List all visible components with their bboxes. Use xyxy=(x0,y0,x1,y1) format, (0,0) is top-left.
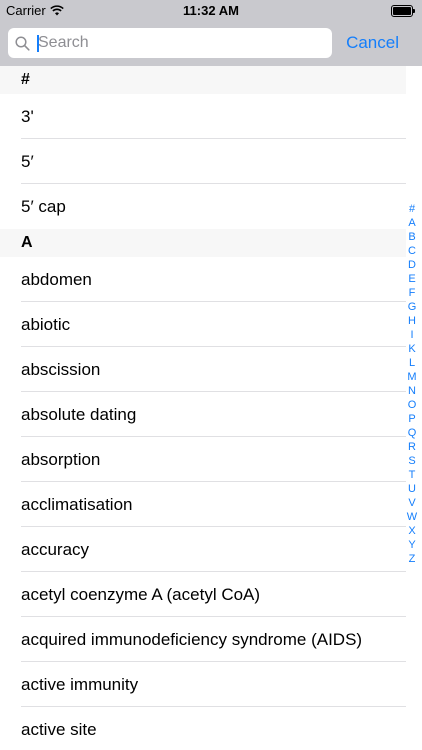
index-letter[interactable]: S xyxy=(406,454,418,468)
index-letter[interactable]: E xyxy=(406,272,418,286)
index-letter[interactable]: I xyxy=(406,328,418,342)
list-item[interactable]: acetyl coenzyme A (acetyl CoA) xyxy=(0,572,406,617)
section-header-hash: # xyxy=(0,66,406,94)
list-item[interactable]: 5′ cap xyxy=(0,184,406,229)
status-bar: Carrier 11:32 AM xyxy=(0,0,422,22)
list-item[interactable]: accuracy xyxy=(0,527,406,572)
index-letter[interactable]: B xyxy=(406,230,418,244)
index-letter[interactable]: W xyxy=(406,510,418,524)
section-index: # A B C D E F G H I K L M N O P Q R S T … xyxy=(406,202,418,566)
index-letter[interactable]: P xyxy=(406,412,418,426)
index-letter[interactable]: T xyxy=(406,468,418,482)
status-time: 11:32 AM xyxy=(183,3,239,18)
list-item[interactable]: abdomen xyxy=(0,257,406,302)
index-letter[interactable]: N xyxy=(406,384,418,398)
list-item[interactable]: acquired immunodeficiency syndrome (AIDS… xyxy=(0,617,406,662)
index-letter[interactable]: D xyxy=(406,258,418,272)
list-item[interactable]: abscission xyxy=(0,347,406,392)
battery-icon xyxy=(391,5,415,17)
list-item[interactable]: 3' xyxy=(0,94,406,139)
index-letter[interactable]: C xyxy=(406,244,418,258)
index-letter[interactable]: F xyxy=(406,286,418,300)
index-letter[interactable]: L xyxy=(406,356,418,370)
index-letter[interactable]: Y xyxy=(406,538,418,552)
index-letter[interactable]: # xyxy=(406,202,418,216)
text-caret xyxy=(37,35,39,52)
search-input[interactable] xyxy=(36,28,326,58)
index-letter[interactable]: R xyxy=(406,440,418,454)
index-letter[interactable]: G xyxy=(406,300,418,314)
index-letter[interactable]: X xyxy=(406,524,418,538)
index-letter[interactable]: V xyxy=(406,496,418,510)
index-letter[interactable]: O xyxy=(406,398,418,412)
list-item[interactable]: absorption xyxy=(0,437,406,482)
index-letter[interactable]: A xyxy=(406,216,418,230)
search-icon xyxy=(15,36,30,51)
index-letter[interactable]: M xyxy=(406,370,418,384)
index-letter[interactable]: Z xyxy=(406,552,418,566)
section-header-a: A xyxy=(0,229,406,257)
search-bar: Cancel xyxy=(0,22,422,66)
index-letter[interactable]: Q xyxy=(406,426,418,440)
index-letter[interactable]: K xyxy=(406,342,418,356)
list-item[interactable]: abiotic xyxy=(0,302,406,347)
term-list: # 3' 5′ 5′ cap A abdomen abiotic absciss… xyxy=(0,66,406,750)
index-letter[interactable]: H xyxy=(406,314,418,328)
list-item[interactable]: 5′ xyxy=(0,139,406,184)
list-item[interactable]: absolute dating xyxy=(0,392,406,437)
search-box[interactable] xyxy=(8,28,332,58)
list-item[interactable]: active site xyxy=(0,707,406,750)
list-item[interactable]: acclimatisation xyxy=(0,482,406,527)
list-item[interactable]: active immunity xyxy=(0,662,406,707)
index-letter[interactable]: U xyxy=(406,482,418,496)
cancel-button[interactable]: Cancel xyxy=(346,33,399,53)
